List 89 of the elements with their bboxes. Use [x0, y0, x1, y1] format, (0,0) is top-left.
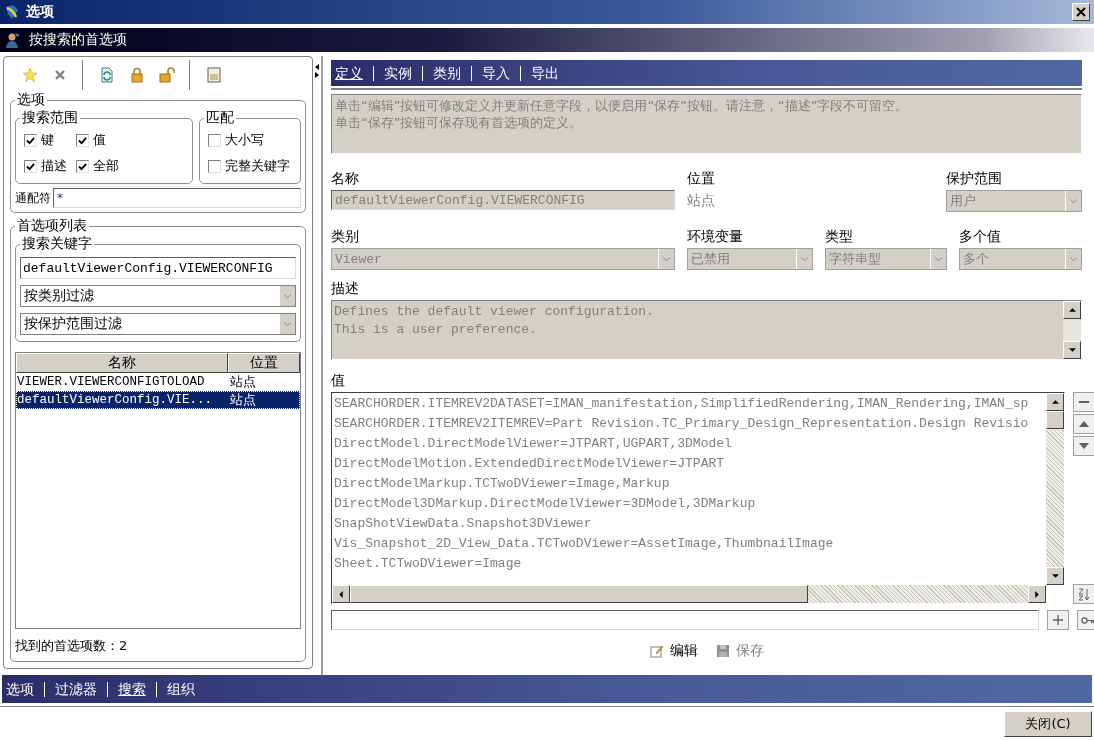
sort-button[interactable]	[1073, 584, 1094, 604]
logo-icon	[4, 4, 20, 20]
info-text: 单击“编辑”按钮可修改定义并更新任意字段，以便启用“保存”按钮。请注意，“描述”字段不可留空。 单击“保存”按钮可保存现有首选项的定义。	[331, 94, 1082, 154]
wildcard-field[interactable]: *	[53, 188, 301, 208]
field-label: 多个值	[959, 228, 1002, 246]
check-icon	[78, 161, 87, 171]
section-title: 按搜索的首选项	[29, 31, 127, 49]
sort-icon	[1077, 587, 1091, 601]
scrollbar[interactable]	[332, 585, 1046, 603]
key-icon	[1081, 616, 1094, 624]
tab[interactable]: 导出	[521, 65, 569, 81]
move-up-button[interactable]	[1073, 414, 1094, 434]
plus-icon	[1052, 614, 1064, 626]
tab[interactable]: 搜索	[108, 681, 157, 697]
tab[interactable]: 组织	[157, 681, 205, 697]
values-list[interactable]	[331, 392, 1065, 604]
column-header[interactable]: 位置	[228, 353, 300, 373]
tab[interactable]: 选项	[2, 681, 45, 697]
edit-button[interactable]: 编辑	[649, 642, 698, 660]
tab[interactable]: 定义	[331, 65, 374, 81]
caret-icon	[935, 257, 942, 261]
left-arrow-icon	[339, 590, 343, 598]
lock-icon[interactable]	[129, 67, 145, 83]
checkbox[interactable]: 全部	[76, 157, 188, 175]
group-title: 选项	[16, 91, 46, 109]
check-icon	[26, 135, 35, 145]
checkbox[interactable]: 描述	[24, 157, 76, 175]
field-label: 值	[331, 372, 346, 390]
field-label: 类型	[825, 228, 854, 246]
caret-icon	[284, 294, 291, 298]
result-count: 找到的首选项数：2	[15, 637, 129, 655]
close-button[interactable]: 关闭(C)	[1004, 710, 1092, 737]
field-label: 环境变量	[687, 228, 744, 246]
checkbox[interactable]: 键	[24, 131, 76, 149]
remove-button[interactable]	[1073, 392, 1094, 412]
up-arrow-icon	[1079, 421, 1089, 427]
unlock-icon[interactable]	[159, 67, 175, 83]
right-arrow-icon	[1035, 590, 1039, 598]
user-icon	[5, 32, 21, 48]
caret-icon	[663, 257, 670, 261]
field-label: 类别	[331, 228, 360, 246]
scroll-thumb[interactable]	[1046, 411, 1064, 429]
field-label: 描述	[331, 280, 360, 298]
field-value: 站点	[687, 191, 716, 210]
group-title: 搜索范围	[21, 109, 79, 127]
scroll-thumb[interactable]	[350, 585, 808, 603]
tab[interactable]: 导入	[472, 65, 521, 81]
checkbox[interactable]: 完整关键字	[208, 157, 296, 175]
group-title: 首选项列表	[16, 217, 88, 235]
scrollbar[interactable]	[1046, 393, 1064, 585]
splitter-arrows-icon[interactable]	[315, 64, 319, 78]
down-arrow-icon	[1079, 443, 1089, 449]
field-label: 通配符	[15, 189, 51, 207]
close-icon	[1076, 7, 1086, 17]
filter-dropdown[interactable]: 按类别过滤	[20, 285, 296, 307]
check-icon	[78, 135, 87, 145]
column-header[interactable]: 名称	[16, 353, 228, 373]
caret-icon	[1070, 257, 1077, 261]
field-label: 保护范围	[946, 170, 1003, 188]
tab[interactable]: 类别	[423, 65, 472, 81]
move-down-button[interactable]	[1073, 436, 1094, 456]
star-icon[interactable]	[22, 67, 38, 83]
checkbox[interactable]: 值	[76, 131, 188, 149]
up-arrow-icon	[1051, 400, 1059, 404]
caret-icon	[801, 257, 808, 261]
field-label: 名称	[331, 170, 360, 188]
check-icon	[26, 161, 35, 171]
up-arrow-icon	[1068, 308, 1076, 312]
checkbox[interactable]: 大小写	[208, 131, 296, 149]
down-arrow-icon	[1068, 348, 1076, 352]
close-button[interactable]	[1072, 3, 1090, 21]
filter-dropdown[interactable]: 按保护范围过滤	[20, 313, 296, 335]
table-row[interactable]: defaultViewerConfig.VIE... 站点	[16, 391, 300, 409]
search-field[interactable]: defaultViewerConfig.VIEWERCONFIG	[20, 257, 296, 279]
value-input-field[interactable]	[331, 610, 1039, 630]
down-arrow-icon	[1051, 574, 1059, 578]
caret-icon	[1070, 199, 1077, 203]
window-title: 选项	[26, 3, 55, 21]
tab[interactable]: 实例	[374, 65, 423, 81]
group-title: 搜索关键字	[21, 235, 93, 253]
caret-icon	[284, 322, 291, 326]
group-title: 匹配	[205, 109, 235, 127]
refresh-icon[interactable]	[99, 67, 115, 83]
table-row[interactable]: VIEWER.VIEWERCONFIGTOLOAD 站点	[16, 373, 300, 391]
key-button[interactable]	[1077, 610, 1094, 630]
tab[interactable]: 过滤器	[45, 681, 108, 697]
edit-icon	[649, 644, 664, 658]
field-label: 位置	[687, 170, 716, 188]
add-button[interactable]	[1047, 610, 1069, 630]
